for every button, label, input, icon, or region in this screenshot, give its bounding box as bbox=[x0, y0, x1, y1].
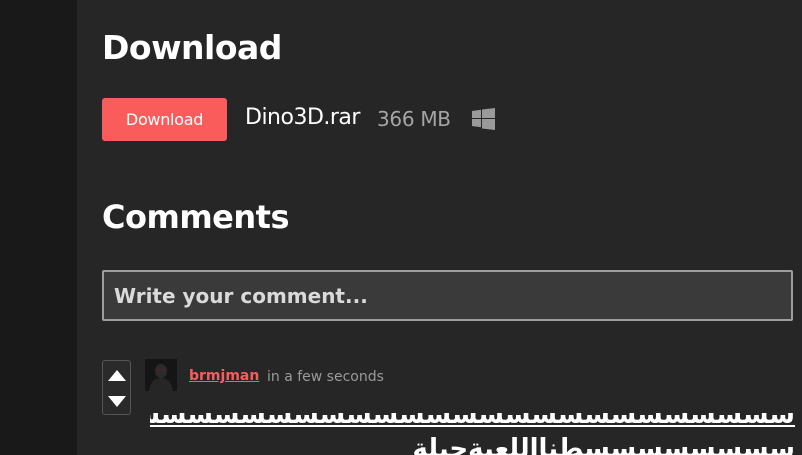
comment-text-line: سسسسسسسسطنااللعبةحيلة bbox=[412, 434, 795, 455]
windows-icon bbox=[472, 108, 495, 130]
file-size: 366 MB bbox=[377, 107, 451, 131]
comment-text-line: سسسسسسسسسسسسسسسسسسسسسسسسسسسسسسسسسسس bbox=[150, 400, 795, 430]
left-rail bbox=[0, 0, 77, 455]
comments-heading: Comments bbox=[102, 198, 289, 236]
upvote-arrow-icon[interactable] bbox=[103, 362, 130, 388]
download-heading: Download bbox=[102, 28, 282, 67]
comment-username[interactable]: brmjman bbox=[189, 368, 259, 384]
file-name: Dino3D.rar bbox=[245, 105, 360, 130]
downvote-arrow-icon[interactable] bbox=[103, 388, 130, 414]
comment-body: سسسسسسسسسسسسسسسسسسسسسسسسسسسسسسسسسسس سسسس… bbox=[150, 398, 795, 455]
download-button[interactable]: Download bbox=[102, 98, 227, 141]
comment-timestamp: in a few seconds bbox=[267, 369, 384, 385]
vote-box bbox=[102, 360, 131, 415]
avatar[interactable] bbox=[145, 359, 177, 391]
comment-input[interactable] bbox=[102, 270, 793, 321]
